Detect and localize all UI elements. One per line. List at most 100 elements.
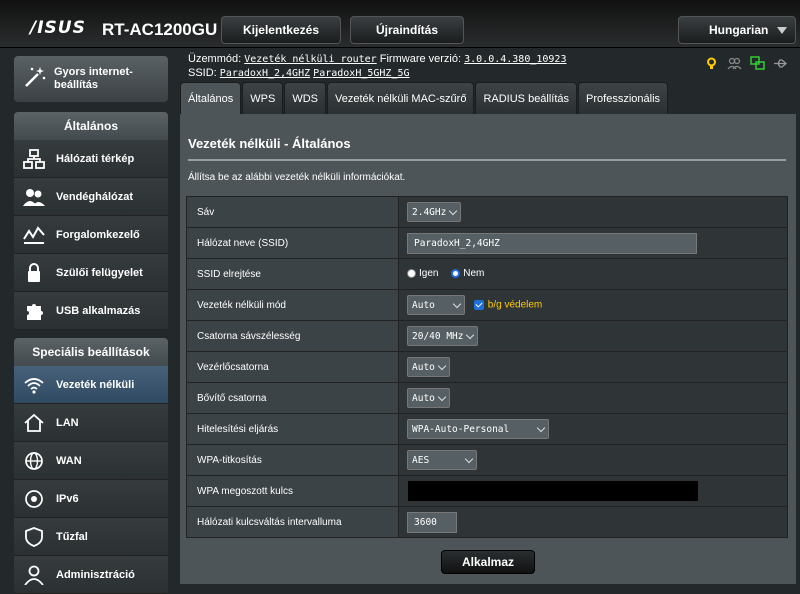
- chevron-down-icon: [437, 392, 447, 401]
- sidebar-item-label: Hálózati térkép: [56, 152, 135, 165]
- language-value: Hungarian: [709, 23, 769, 37]
- band-value: 2.4GHz: [412, 206, 447, 218]
- table-row: Hitelesítési eljárás WPA-Auto-Personal: [186, 413, 788, 445]
- sidebar-item-firewall[interactable]: Tűzfal: [14, 518, 168, 556]
- administration-icon: [22, 564, 46, 586]
- ssid-field-label: Hálózat neve (SSID): [186, 227, 399, 259]
- general-section-title: Általános: [14, 112, 168, 140]
- sidebar-item-traffic-manager[interactable]: Forgalomkezelő: [14, 216, 168, 254]
- advanced-section-title: Speciális beállítások: [14, 338, 168, 366]
- hide-ssid-yes-radio[interactable]: Igen: [407, 268, 438, 279]
- key-rotation-label: Hálózati kulcsváltás intervalluma: [186, 506, 399, 538]
- table-row: Csatorna sávszélesség 20/40 MHz: [186, 320, 788, 352]
- ext-channel-value: Auto: [412, 392, 435, 404]
- apply-button[interactable]: Alkalmaz: [441, 550, 535, 574]
- band-label: Sáv: [186, 196, 399, 228]
- usb-app-icon: [22, 300, 46, 322]
- page-title: Vezeték nélküli - Általános: [188, 136, 351, 151]
- chevron-down-icon: [437, 361, 447, 370]
- sidebar-item-administration[interactable]: Adminisztráció: [14, 556, 168, 594]
- tab-mac-filter[interactable]: Vezeték nélküli MAC-szűrő: [327, 82, 475, 114]
- hide-ssid-label: SSID elrejtése: [186, 258, 399, 290]
- usb-status-icon[interactable]: [773, 56, 788, 71]
- table-row: WPA megoszott kulcs: [186, 475, 788, 507]
- tab-professional[interactable]: Professzionális: [578, 82, 669, 114]
- auth-method-value: WPA-Auto-Personal: [412, 423, 510, 435]
- auth-method-select[interactable]: WPA-Auto-Personal: [407, 419, 549, 439]
- table-row: Vezeték nélküli mód Auto b/g védelem: [186, 289, 788, 321]
- control-channel-select[interactable]: Auto: [407, 357, 450, 377]
- sidebar-item-wireless[interactable]: Vezeték nélküli: [14, 366, 168, 404]
- sidebar-item-usb-app[interactable]: USB alkalmazás: [14, 292, 168, 330]
- psk-input[interactable]: [407, 480, 699, 502]
- tab-wds[interactable]: WDS: [284, 82, 326, 114]
- guest-network-icon: [22, 186, 46, 208]
- sidebar-item-ipv6[interactable]: IPv6: [14, 480, 168, 518]
- quick-setup-button[interactable]: Gyors internet-beállítás: [14, 56, 168, 102]
- table-row: WPA-titkosítás AES: [186, 444, 788, 476]
- chevron-down-icon: [449, 206, 458, 215]
- table-row: Hálózat neve (SSID): [186, 227, 788, 259]
- encryption-select[interactable]: AES: [407, 450, 477, 470]
- firmware-link[interactable]: 3.0.0.4.380_10923: [464, 54, 566, 65]
- firewall-icon: [22, 526, 46, 548]
- encryption-label: WPA-titkosítás: [186, 444, 399, 476]
- bg-protection-label: b/g védelem: [487, 299, 543, 311]
- clients-icon[interactable]: [727, 56, 742, 71]
- ssid-5-link[interactable]: ParadoxH_5GHZ_5G: [313, 68, 409, 79]
- language-select[interactable]: Hungarian: [678, 16, 796, 44]
- internet-status-icon[interactable]: [750, 56, 765, 71]
- control-channel-label: Vezérlőcsatorna: [186, 351, 399, 383]
- tab-radius[interactable]: RADIUS beállítás: [475, 82, 578, 114]
- router-model: RT-AC1200GU: [102, 20, 218, 39]
- ssid-input[interactable]: [407, 232, 697, 254]
- key-rotation-input[interactable]: [407, 511, 457, 533]
- sidebar-item-label: USB alkalmazás: [56, 304, 141, 317]
- op-mode-line: Üzemmód: Vezeték nélküli router Firmware…: [188, 53, 566, 65]
- lan-icon: [22, 412, 46, 434]
- top-bar: /ISUS RT-AC1200GU Kijelentkezés Újraindí…: [0, 0, 800, 48]
- encryption-value: AES: [412, 454, 430, 466]
- band-select[interactable]: 2.4GHz: [407, 202, 462, 222]
- ssid-24-link[interactable]: ParadoxH_2,4GHZ: [220, 68, 310, 79]
- sidebar-item-label: IPv6: [56, 492, 79, 505]
- tab-wps[interactable]: WPS: [242, 82, 284, 114]
- quick-setup-label: Gyors internet-beállítás: [54, 66, 133, 91]
- sidebar-item-guest-network[interactable]: Vendéghálózat: [14, 178, 168, 216]
- radio-label: Nem: [463, 267, 485, 279]
- sidebar-item-lan[interactable]: LAN: [14, 404, 168, 442]
- bandwidth-select[interactable]: 20/40 MHz: [407, 326, 479, 346]
- radio-dot: [451, 268, 461, 278]
- ext-channel-select[interactable]: Auto: [407, 388, 450, 408]
- sidebar-item-label: Forgalomkezelő: [56, 228, 140, 241]
- wireless-mode-label: Vezeték nélküli mód: [186, 289, 399, 321]
- table-row: Sáv 2.4GHz: [186, 196, 788, 228]
- sidebar-item-label: Vendéghálózat: [56, 190, 134, 203]
- table-row: Vezérlőcsatorna Auto: [186, 351, 788, 383]
- sidebar-item-wan[interactable]: WAN: [14, 442, 168, 480]
- chevron-down-icon: [777, 27, 787, 34]
- magic-wand-icon: [22, 64, 48, 95]
- sidebar-item-parental-control[interactable]: Szülői felügyelet: [14, 254, 168, 292]
- hide-ssid-no-radio[interactable]: Nem: [451, 268, 484, 279]
- notification-icon[interactable]: [704, 56, 719, 71]
- sidebar-item-label: LAN: [56, 416, 79, 429]
- traffic-manager-icon: [22, 224, 46, 246]
- sidebar-item-network-map[interactable]: Hálózati térkép: [14, 140, 168, 178]
- radio-dot: [407, 268, 416, 278]
- main-panel: Vezeték nélküli - Általános Állítsa be a…: [180, 114, 796, 584]
- chevron-down-icon: [536, 423, 546, 432]
- radio-label: Igen: [419, 267, 439, 279]
- status-icons: [704, 56, 788, 71]
- table-row: Bővítő csatorna Auto: [186, 382, 788, 414]
- op-mode-link[interactable]: Vezeték nélküli router: [244, 54, 376, 65]
- logout-button[interactable]: Kijelentkezés: [221, 16, 341, 44]
- reboot-button[interactable]: Újraindítás: [350, 16, 464, 44]
- wan-icon: [22, 450, 46, 472]
- ipv6-icon: [22, 488, 46, 510]
- bg-protection-checkbox[interactable]: [473, 299, 484, 310]
- ext-channel-label: Bővítő csatorna: [186, 382, 399, 414]
- wireless-mode-select[interactable]: Auto: [407, 295, 465, 315]
- table-row: SSID elrejtése Igen Nem: [186, 258, 788, 290]
- tab-general[interactable]: Általános: [180, 82, 242, 114]
